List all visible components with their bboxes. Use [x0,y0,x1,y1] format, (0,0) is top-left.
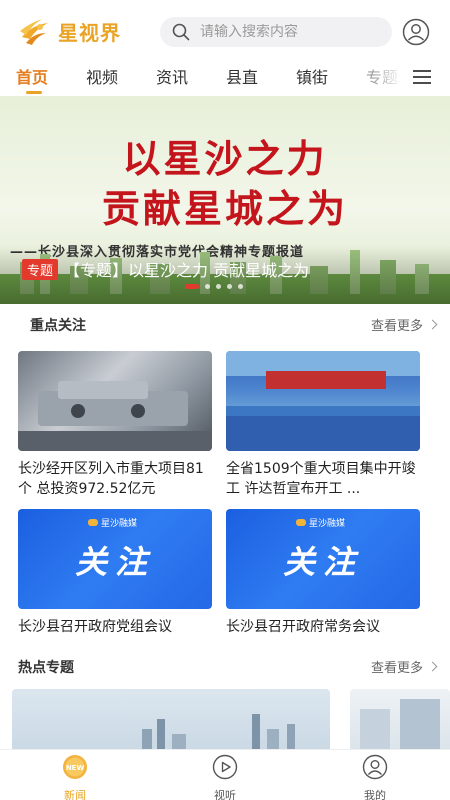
news-thumbnail [18,351,212,451]
news-card-title: 长沙经开区列入市重大项目81个 总投资972.52亿元 [18,461,204,497]
carousel-dot[interactable] [205,284,210,289]
svg-text:NEW: NEW [66,764,85,772]
bottom-tab-media[interactable]: 视听 [185,754,265,800]
bottom-tab-me[interactable]: 我的 [335,754,415,800]
media-brand-logo: 星沙融媒 [88,516,137,529]
carousel-indicators [185,284,249,289]
search-input[interactable] [200,24,380,40]
news-thumbnail: 星沙融媒 关注 [226,509,420,609]
category-tabs: 首页 视频 资讯 县直 镇街 专题 [0,62,450,94]
follow-graphic-text: 关注 [282,543,363,581]
tab-video[interactable]: 视频 [86,64,118,88]
bottom-tab-label: 新闻 [64,789,86,800]
bottom-tab-label: 视听 [214,789,236,800]
app-header: 星视界 [0,0,450,62]
bottom-tab-label: 我的 [364,789,386,800]
news-card[interactable]: 全省1509个重大项目集中开竣工 许达哲宣布开工 ... [226,351,420,499]
view-more-label: 查看更多 [370,661,423,676]
search-icon [172,23,190,41]
banner-caption-text: 【专题】以星沙之力 贡献星城之为 [64,261,310,280]
bottom-nav-bar: NEW 新闻 视听 我的 [0,749,450,800]
carousel-dot[interactable] [227,284,232,289]
menu-icon[interactable] [412,67,432,87]
follow-graphic-text: 关注 [74,543,155,581]
banner-caption: 专题 【专题】以星沙之力 贡献星城之为 [22,257,309,281]
app-logo[interactable]: 星视界 [18,14,121,48]
news-card[interactable]: 长沙经开区列入市重大项目81个 总投资972.52亿元 [18,351,212,499]
carousel-dot[interactable] [216,284,221,289]
carousel-dot[interactable] [238,284,243,289]
hot-section-title: 热点专题 [18,660,74,676]
tab-towns[interactable]: 镇街 [296,64,328,88]
tab-home[interactable]: 首页 [16,64,48,88]
carousel-dot-active[interactable] [185,284,199,289]
banner-title-line1: 以星沙之力 [122,136,328,181]
machinery-graphic [18,381,212,451]
focus-section-title: 重点关注 [30,318,86,334]
event-crowd-graphic [226,351,420,451]
logo-star-icon [20,19,48,45]
news-card[interactable]: 星沙融媒 关注 长沙县召开政府党组会议 [18,509,212,637]
bottom-tab-news[interactable]: NEW 新闻 [35,754,115,800]
news-card-title: 长沙县召开政府常务会议 [226,619,380,635]
news-thumbnail [226,351,420,451]
topic-badge: 专题 [22,258,59,280]
news-icon: NEW [63,755,87,779]
news-card-title: 长沙县召开政府党组会议 [18,619,172,635]
chevron-right-icon [427,661,438,672]
focus-view-more[interactable]: 查看更多 [370,315,438,334]
chevron-right-icon [427,319,438,330]
news-card-title: 全省1509个重大项目集中开竣工 许达哲宣布开工 ... [226,461,416,497]
media-brand-logo: 星沙融媒 [296,516,345,529]
hot-view-more[interactable]: 查看更多 [370,657,438,676]
news-card[interactable]: 星沙融媒 关注 长沙县召开政府常务会议 [226,509,420,637]
hero-banner[interactable]: 以星沙之力 贡献星城之为 ——长沙县深入贯彻落实市党代会精神专题报道 专题 【专… [0,96,450,304]
play-icon [212,754,238,780]
search-bar[interactable] [160,17,392,47]
view-more-label: 查看更多 [370,319,423,334]
app-name: 星视界 [58,20,121,45]
tab-fade-overlay [370,62,410,92]
tab-news[interactable]: 资讯 [156,64,188,88]
user-icon [362,754,388,780]
banner-title-line2: 贡献星城之为 [101,186,348,231]
user-profile-icon[interactable] [402,18,430,46]
tab-county[interactable]: 县直 [226,64,258,88]
news-thumbnail: 星沙融媒 关注 [18,509,212,609]
active-tab-indicator [26,91,42,94]
